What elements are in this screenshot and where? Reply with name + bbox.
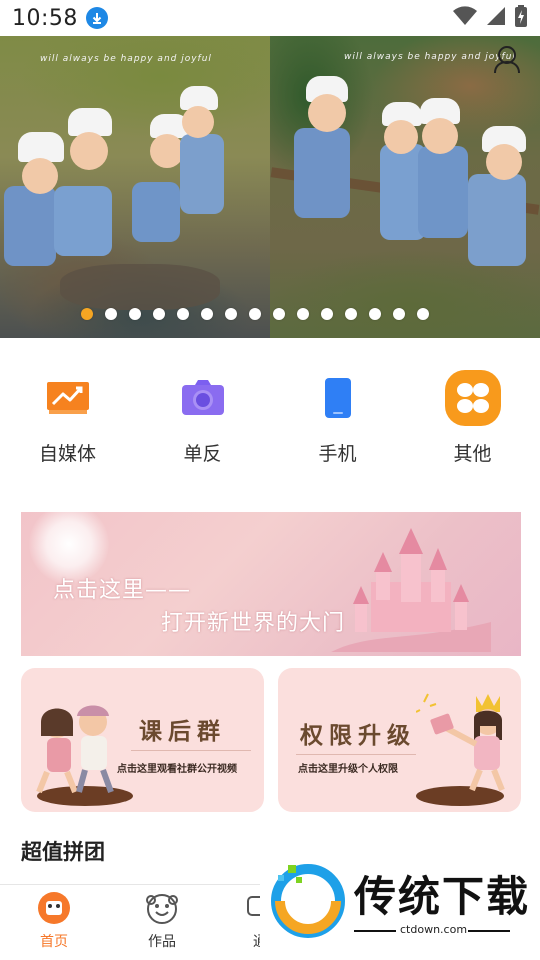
card-subtitle: 点击这里观看社群公开视频 — [117, 764, 237, 775]
carousel-dot[interactable] — [417, 308, 429, 320]
carousel-dot[interactable] — [153, 308, 165, 320]
category-label: 手机 — [318, 443, 357, 465]
tab-label: 首页 — [40, 934, 68, 950]
carousel-dot[interactable] — [345, 308, 357, 320]
promo-subheadline: 打开新世界的大门 — [161, 611, 346, 636]
banner-photo-left: will always be happy and joyful — [0, 36, 270, 338]
category-label: 单反 — [183, 443, 222, 465]
card-subtitle: 点击这里升级个人权限 — [298, 764, 398, 775]
watermark-rule — [468, 930, 510, 932]
section-title-group-buy: 超值拼团 — [21, 840, 105, 864]
carousel-dot[interactable] — [393, 308, 405, 320]
tab-works[interactable]: 作品 — [117, 891, 207, 951]
kids-illustration — [36, 705, 133, 806]
banner-photo-right: will always be happy and joyful — [270, 36, 540, 338]
carousel-indicator — [0, 308, 540, 320]
tab-home[interactable]: 首页 — [9, 891, 99, 951]
watermark-url: ctdown.com — [400, 923, 468, 936]
battery-charging-icon — [514, 5, 528, 31]
permission-upgrade-card[interactable]: 权限升级 点击这里升级个人权限 — [278, 668, 521, 812]
after-class-group-card[interactable]: 课后群 点击这里观看社群公开视频 — [21, 668, 264, 812]
card-title: 课后群 — [139, 719, 226, 745]
promo-headline: 点击这里—— — [53, 578, 192, 603]
category-label: 自媒体 — [38, 443, 96, 465]
carousel-dot[interactable] — [249, 308, 261, 320]
category-row: 自媒体 单反 手机 其他 — [0, 368, 540, 466]
tab-label: 作品 — [148, 934, 176, 950]
banner-caption-left: will always be happy and joyful — [40, 54, 212, 64]
carousel-dot[interactable] — [105, 308, 117, 320]
carousel-dot[interactable] — [321, 308, 333, 320]
watermark-logo — [271, 864, 345, 938]
carousel-dot[interactable] — [81, 308, 93, 320]
girl-with-crown-illustration — [416, 693, 505, 806]
castle-illustration — [331, 528, 491, 652]
carousel-dot[interactable] — [273, 308, 285, 320]
signal-icon — [486, 6, 506, 30]
app-screen: 10:58 will always be happy and joyful wi… — [0, 0, 540, 960]
watermark: 传统下载 ctdown.com — [260, 843, 540, 960]
carousel-dot[interactable] — [177, 308, 189, 320]
trend-chart-icon — [38, 368, 98, 428]
category-dslr[interactable]: 单反 — [135, 368, 270, 466]
user-silhouette-icon — [492, 44, 522, 74]
card-divider — [131, 750, 251, 751]
promo-banner[interactable]: 点击这里—— 打开新世界的大门 — [21, 512, 521, 656]
status-time: 10:58 — [12, 5, 78, 31]
wifi-icon — [452, 6, 478, 30]
category-self-media[interactable]: 自媒体 — [0, 368, 135, 466]
home-avatar-icon — [38, 892, 70, 924]
carousel-dot[interactable] — [129, 308, 141, 320]
watermark-rule — [354, 930, 396, 932]
card-divider — [296, 754, 416, 755]
watermark-text: 传统下载 — [354, 872, 531, 921]
phone-icon — [308, 368, 368, 428]
carousel-dot[interactable] — [225, 308, 237, 320]
carousel-dot[interactable] — [297, 308, 309, 320]
category-phone[interactable]: 手机 — [270, 368, 405, 466]
category-label: 其他 — [453, 443, 492, 465]
status-bar: 10:58 — [0, 0, 540, 36]
smiley-face-icon — [146, 894, 178, 924]
banner-carousel[interactable]: will always be happy and joyful will alw… — [0, 36, 540, 338]
carousel-dot[interactable] — [369, 308, 381, 320]
carousel-dot[interactable] — [201, 308, 213, 320]
download-icon — [85, 7, 108, 29]
card-title: 权限升级 — [300, 723, 416, 749]
banner-caption-right: will always be happy and joyful — [344, 52, 516, 62]
grid-petals-icon — [443, 368, 503, 428]
category-other[interactable]: 其他 — [405, 368, 540, 466]
camera-icon — [173, 368, 233, 428]
